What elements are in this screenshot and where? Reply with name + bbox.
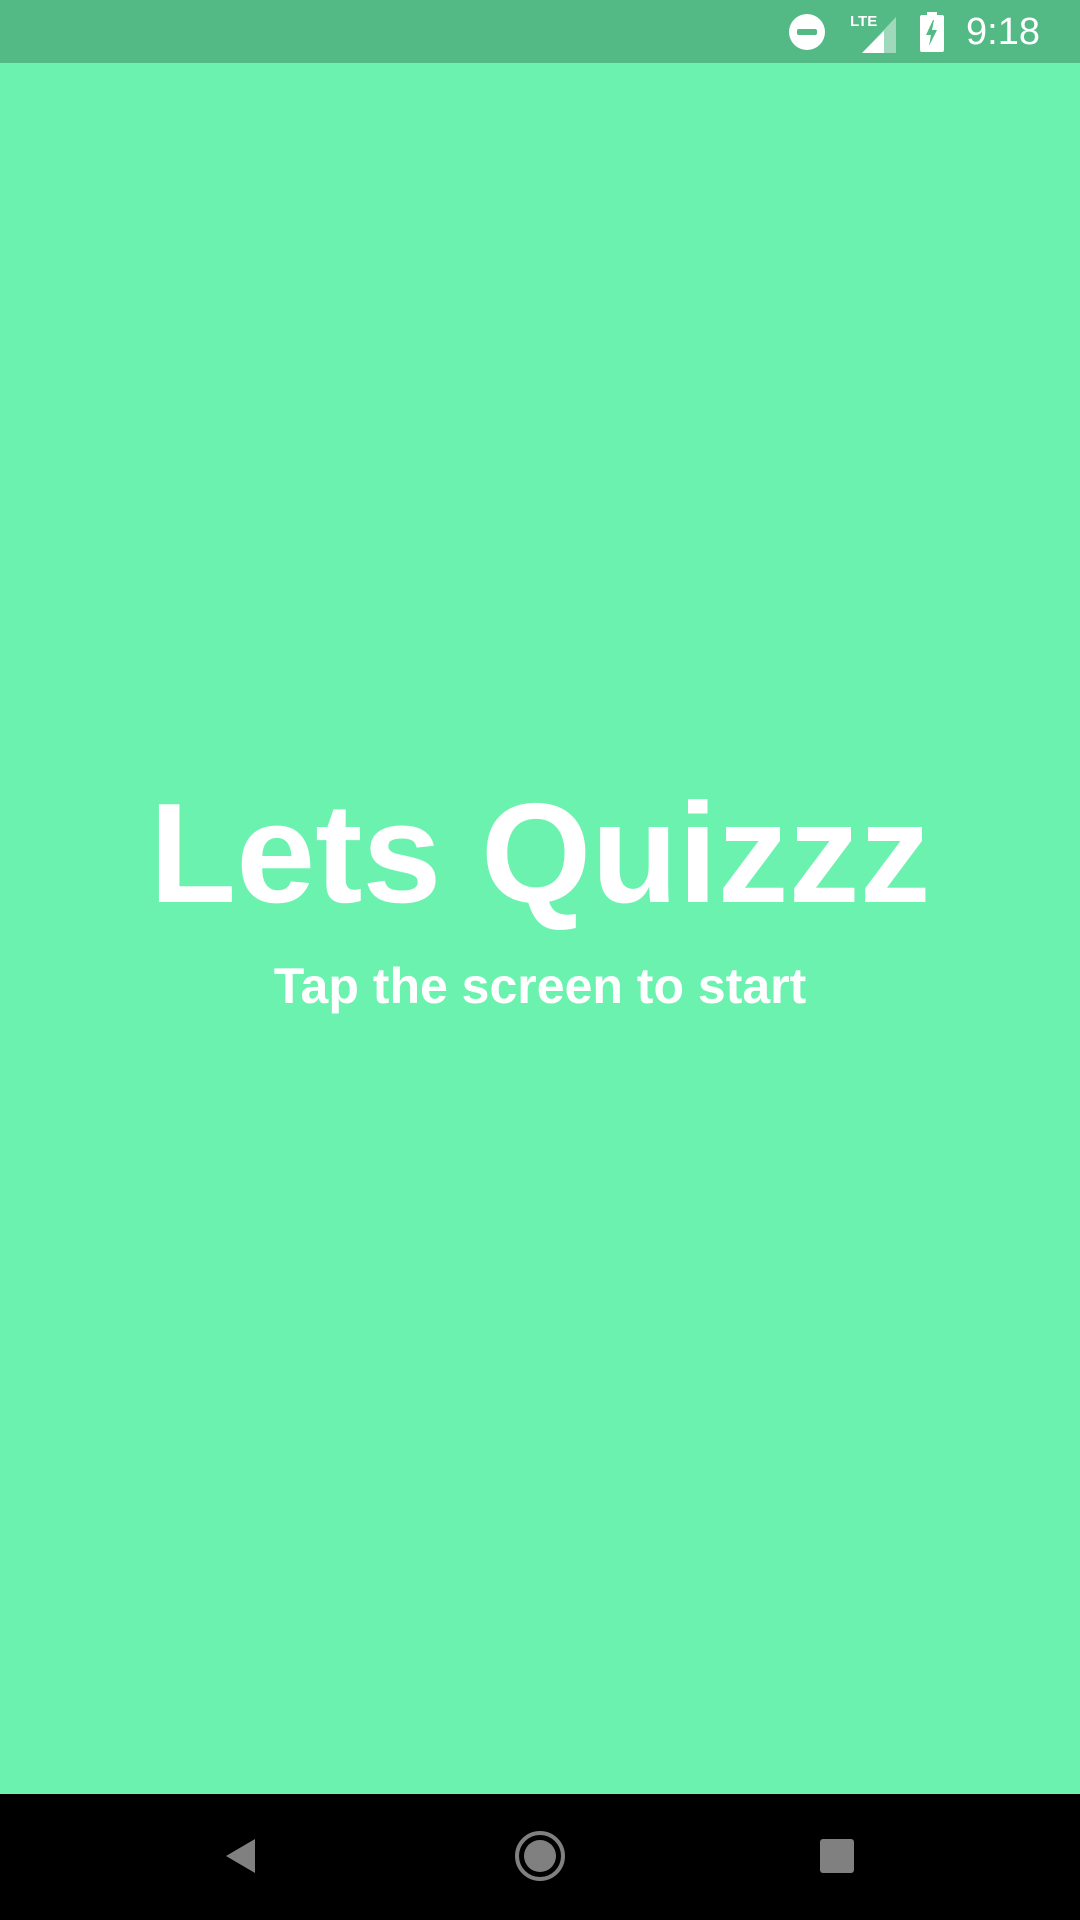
tap-to-start-area[interactable]: Lets Quizzz Tap the screen to start [0, 63, 1080, 1794]
recents-icon [819, 1838, 855, 1879]
back-button[interactable] [205, 1822, 277, 1894]
screen: LTE 9:18 Lets Quizzz Tap the screen to s… [0, 0, 1080, 1920]
status-bar: LTE 9:18 [0, 0, 1080, 63]
do-not-disturb-icon [788, 13, 826, 51]
back-icon [221, 1836, 261, 1881]
network-label: LTE [850, 13, 877, 30]
status-time: 9:18 [966, 10, 1040, 53]
navigation-bar [0, 1794, 1080, 1920]
status-icons: LTE 9:18 [788, 0, 1040, 63]
app-title: Lets Quizzz [149, 774, 931, 933]
lte-signal-icon: LTE [848, 11, 898, 53]
battery-charging-icon [920, 11, 945, 52]
home-icon [514, 1830, 566, 1887]
start-instruction: Tap the screen to start [273, 958, 807, 1014]
home-button[interactable] [504, 1822, 576, 1894]
recents-button[interactable] [801, 1822, 873, 1894]
